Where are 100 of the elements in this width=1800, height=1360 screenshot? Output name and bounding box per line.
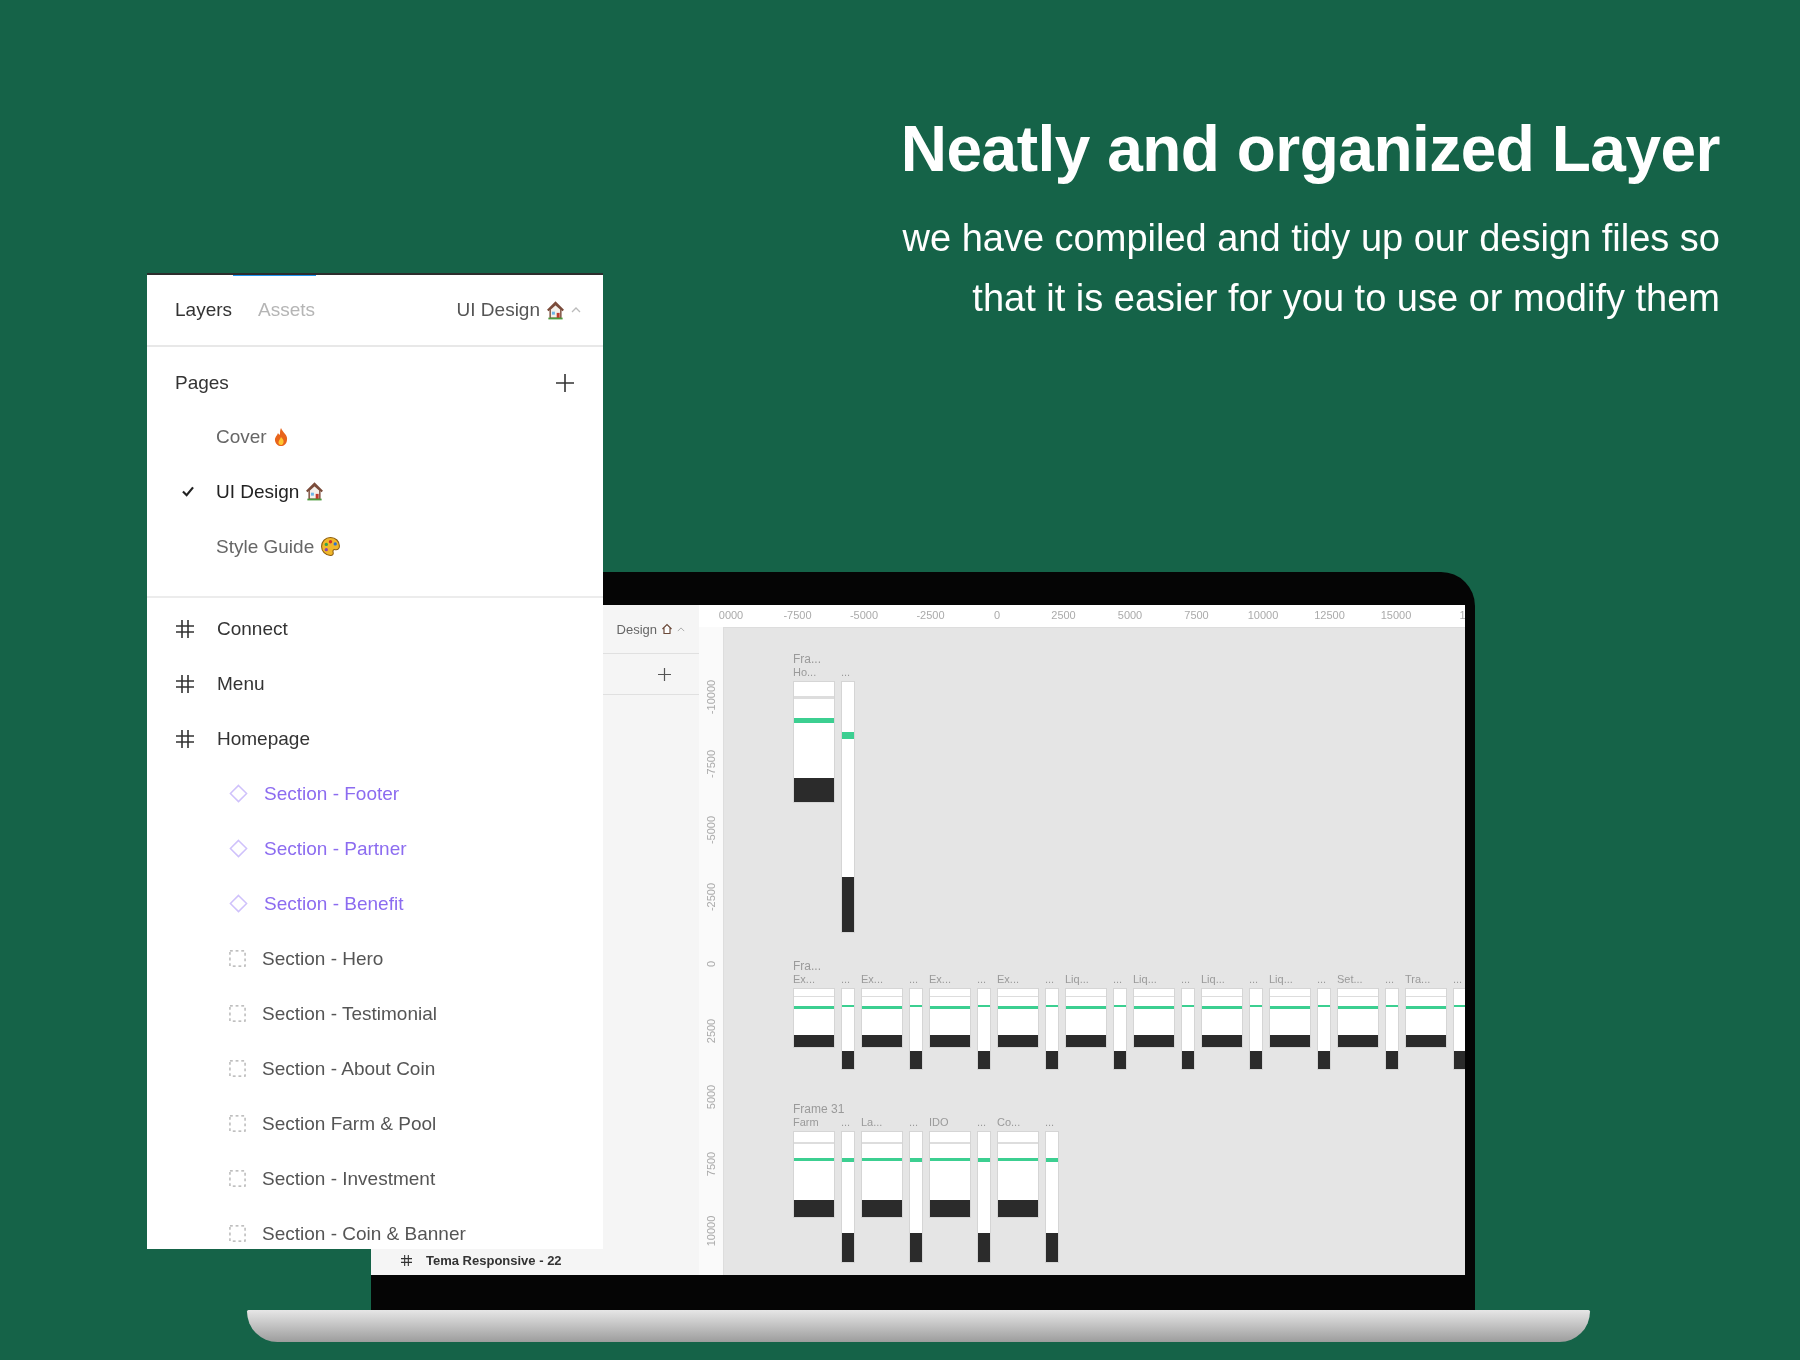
page-thumbnail[interactable] [1181, 988, 1195, 1070]
layer-item[interactable]: Homepage [147, 711, 603, 766]
page-name: UI Design [216, 480, 300, 503]
dashed-square-icon [229, 950, 246, 967]
frame-label: La... [861, 1116, 884, 1129]
layer-row[interactable]: Tema Responsive - 22 [401, 1253, 562, 1268]
frame-label: IDO [929, 1116, 950, 1129]
flame-icon [272, 426, 289, 447]
page-thumbnail[interactable] [1317, 988, 1331, 1070]
page-thumbnail[interactable] [861, 1131, 903, 1218]
page-thumbnail[interactable] [1045, 988, 1059, 1070]
frame-label: Ex... [997, 973, 1020, 986]
frame-label: Liq... [1065, 973, 1090, 986]
page-thumbnail[interactable] [841, 988, 855, 1070]
ruler-label: -7500 [783, 609, 812, 621]
frame-label: ... [909, 1116, 920, 1129]
layer-name: Tema Responsive - 22 [426, 1253, 562, 1268]
add-icon[interactable] [555, 373, 575, 393]
page-thumbnail[interactable] [1113, 988, 1127, 1070]
frame-label: ... [1181, 973, 1192, 986]
page-thumbnail[interactable] [1249, 988, 1263, 1070]
diamond-icon [229, 839, 248, 858]
layer-item[interactable]: Section - Partner [147, 821, 603, 876]
layer-item[interactable]: Section - Hero [147, 931, 603, 986]
page-thumbnail[interactable] [1133, 988, 1175, 1048]
page-thumbnail[interactable] [1065, 988, 1107, 1048]
page-thumbnail[interactable] [1385, 988, 1399, 1070]
frame-label: ... [1045, 973, 1056, 986]
ruler-label: 7500 [705, 1151, 717, 1177]
panel-tab[interactable]: Layers [167, 293, 241, 327]
layer-item[interactable]: Menu [147, 656, 603, 711]
frame-label: Fra... [793, 652, 822, 666]
layer-item[interactable]: Section - Testimonial [147, 986, 603, 1041]
ruler-label: 1 [1459, 609, 1465, 621]
layer-item[interactable]: Section - About Coin [147, 1041, 603, 1096]
page-item[interactable]: UI Design [147, 464, 603, 519]
page-thumbnail[interactable] [997, 988, 1039, 1048]
page-thumbnail[interactable] [1337, 988, 1379, 1048]
page-thumbnail[interactable] [841, 1131, 855, 1263]
frame-label: ... [1113, 973, 1124, 986]
hash-icon [176, 729, 194, 748]
frame-label: ... [1045, 1116, 1056, 1129]
page-item[interactable]: Cover [147, 409, 603, 464]
ruler-label: -5000 [849, 609, 879, 621]
page-name: Style Guide [216, 535, 315, 558]
frame-label: ... [841, 666, 852, 679]
layer-item[interactable]: Section - Footer [147, 766, 603, 821]
frame-label: Liq... [1133, 973, 1158, 986]
frame-label: ... [909, 973, 920, 986]
ruler-label: 2500 [705, 1018, 717, 1043]
page-thumbnail[interactable] [793, 988, 835, 1048]
ruler-label: 5000 [705, 1084, 717, 1110]
page-thumbnail[interactable] [1269, 988, 1311, 1048]
layer-item[interactable]: Section - Coin & Banner [147, 1206, 603, 1249]
page-thumbnail[interactable] [929, 988, 971, 1048]
ruler-label: 0 [705, 960, 717, 967]
ruler-label: 12500 [1314, 609, 1345, 621]
diamond-icon [229, 894, 248, 913]
frame-label: Ex... [861, 973, 884, 986]
layer-item[interactable]: Section Farm & Pool [147, 1096, 603, 1151]
page-thumbnail[interactable] [909, 988, 923, 1070]
layer-item[interactable]: Connect [147, 601, 603, 656]
frame-label: ... [977, 973, 988, 986]
page-thumbnail[interactable] [909, 1131, 923, 1263]
dashed-square-icon [229, 1225, 246, 1242]
page-thumbnail[interactable] [1405, 988, 1447, 1048]
ruler-label: 5000 [1117, 609, 1143, 621]
add-icon[interactable] [658, 667, 671, 681]
ruler-label: -7500 [705, 749, 717, 778]
dashed-square-icon [229, 1170, 246, 1187]
frame-label: Frame 31 [793, 1102, 846, 1116]
page-switcher-label: UI Design [456, 299, 540, 321]
page-thumbnail[interactable] [1045, 1131, 1059, 1263]
page-thumbnail[interactable] [861, 988, 903, 1048]
checkmark-icon [181, 486, 195, 497]
page-item[interactable]: Style Guide [147, 519, 603, 574]
ruler-label: 7500 [1184, 609, 1209, 621]
page-thumbnail[interactable] [841, 681, 855, 933]
layer-item[interactable]: Section - Benefit [147, 876, 603, 931]
page-thumbnail[interactable] [997, 1131, 1039, 1218]
page-thumbnail[interactable] [977, 988, 991, 1070]
page-thumbnail[interactable] [929, 1131, 971, 1218]
house-icon [546, 300, 565, 320]
frame-label: ... [841, 973, 852, 986]
frame-label: ... [841, 1116, 852, 1129]
page-thumbnail[interactable] [793, 1131, 835, 1218]
page-thumbnail[interactable] [793, 681, 835, 803]
page-switcher[interactable]: UI Design [456, 299, 581, 321]
dashed-square-icon [229, 1115, 246, 1132]
frame-label: Farm [793, 1116, 820, 1129]
page-thumbnail[interactable] [1201, 988, 1243, 1048]
hash-icon [176, 674, 194, 693]
layer-item[interactable]: Section - Investment [147, 1151, 603, 1206]
frame-label: Liq... [1201, 973, 1226, 986]
page-thumbnail[interactable] [1453, 988, 1465, 1070]
page-thumbnail[interactable] [977, 1131, 991, 1263]
ruler-label: -10000 [705, 679, 717, 715]
description-text: we have compiled and tidy up our design files so that it is easier for you to use or modify them [901, 216, 1720, 321]
diamond-icon [229, 784, 248, 803]
headline: Neatly and organized Layer [900, 112, 1720, 186]
